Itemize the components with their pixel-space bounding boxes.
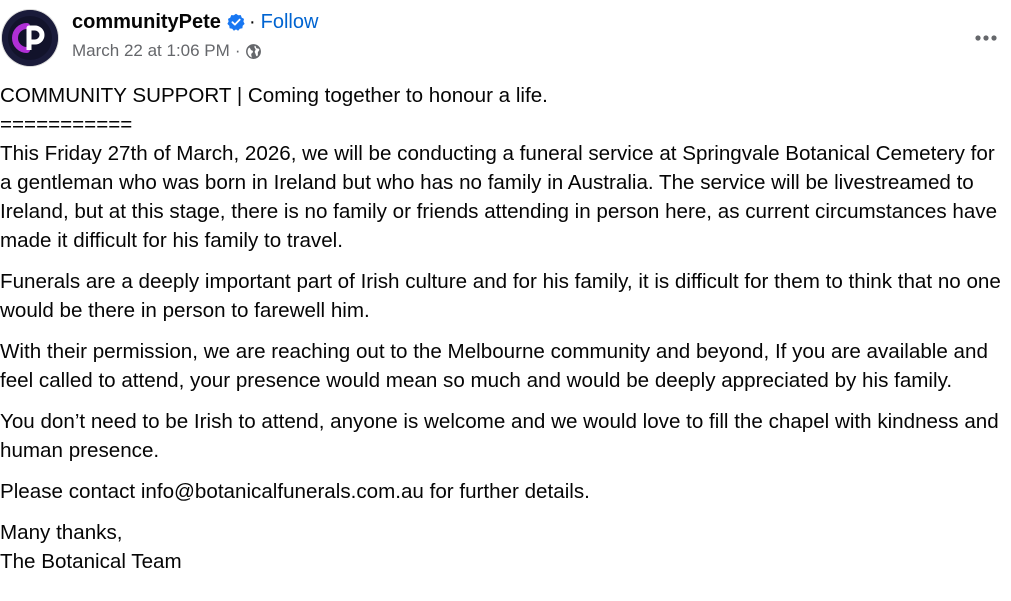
- post-divider: ===========: [0, 113, 133, 136]
- post-timestamp[interactable]: March 22 at 1:06 PM: [72, 41, 230, 61]
- globe-icon[interactable]: [245, 43, 262, 60]
- post-paragraph-3: With their permission, we are reaching o…: [0, 340, 988, 392]
- post-paragraph-2: Funerals are a deeply important part of …: [0, 270, 1001, 322]
- post-meta: March 22 at 1:06 PM ·: [72, 40, 262, 62]
- author-row: communityPete · Follow: [72, 9, 318, 35]
- contact-suffix: for further details.: [423, 480, 590, 503]
- follow-button[interactable]: Follow: [261, 11, 319, 34]
- post-contact-line: Please contact info@botanicalfunerals.co…: [0, 477, 1008, 506]
- post-paragraph-1: This Friday 27th of March, 2026, we will…: [0, 142, 998, 252]
- avatar[interactable]: [2, 10, 58, 66]
- post-signature: The Botanical Team: [0, 550, 182, 573]
- verified-badge-icon: [227, 13, 245, 31]
- author-name[interactable]: communityPete: [72, 11, 221, 34]
- post-header: communityPete · Follow March 22 at 1:06 …: [0, 0, 1011, 70]
- separator-dot: ·: [248, 10, 256, 33]
- post-paragraph-4: You don’t need to be Irish to attend, an…: [0, 410, 999, 462]
- contact-prefix: Please contact: [0, 480, 141, 503]
- communitypete-logo-icon: [2, 10, 58, 66]
- contact-email-link[interactable]: info@botanicalfunerals.com.au: [141, 480, 424, 503]
- post-signoff: Many thanks,: [0, 521, 123, 544]
- post-body: COMMUNITY SUPPORT | Coming together to h…: [0, 81, 1008, 576]
- meta-separator-dot: ·: [234, 41, 241, 60]
- more-horizontal-icon: [975, 35, 997, 41]
- post-heading: COMMUNITY SUPPORT | Coming together to h…: [0, 84, 548, 107]
- more-options-button[interactable]: [966, 18, 1006, 58]
